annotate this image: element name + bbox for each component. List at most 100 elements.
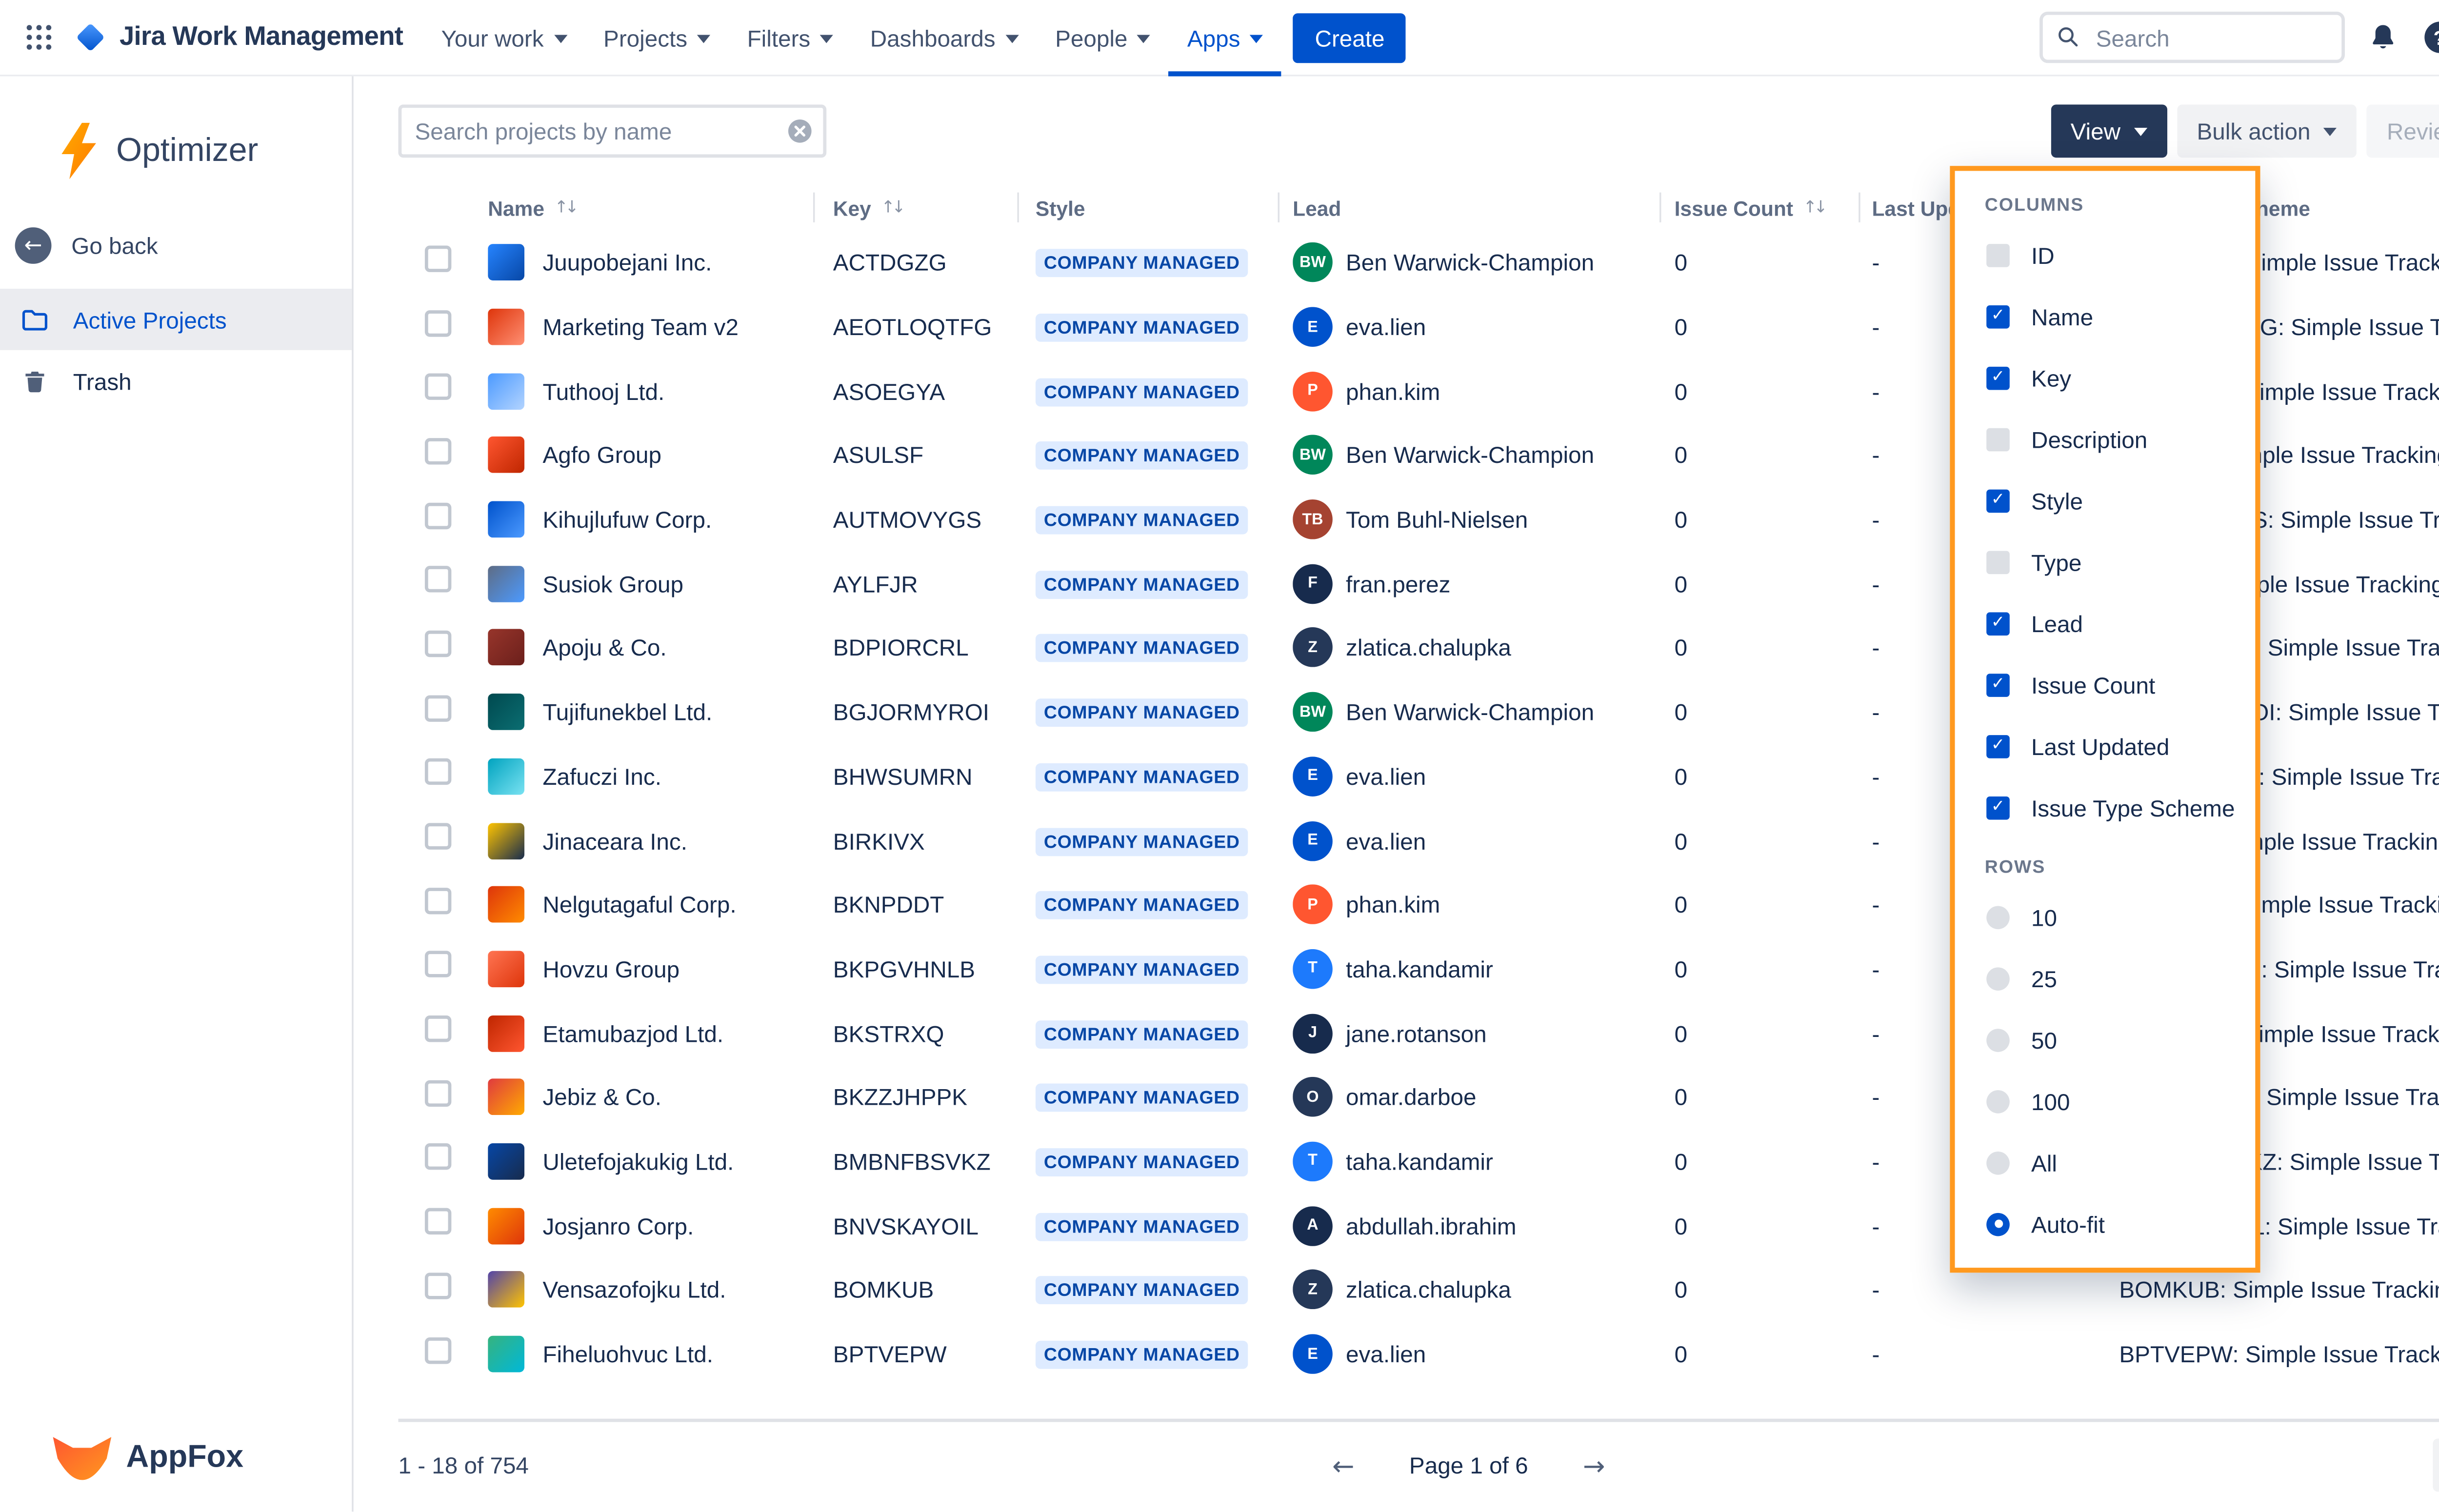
nav-filters[interactable]: Filters	[729, 0, 852, 76]
radio-icon[interactable]	[1986, 905, 2010, 929]
notifications-bell-icon[interactable]	[2365, 18, 2401, 58]
project-name[interactable]: Etamubazjod Ltd.	[542, 1020, 723, 1046]
nav-people[interactable]: People	[1037, 0, 1169, 76]
rows-option[interactable]: 100	[1955, 1070, 2256, 1132]
project-name[interactable]: Fiheluohvuc Ltd.	[542, 1341, 713, 1367]
column-option[interactable]: Lead	[1955, 593, 2256, 654]
column-option[interactable]: Issue Type Scheme	[1955, 776, 2256, 838]
row-checkbox[interactable]	[425, 1208, 451, 1234]
style-badge: COMPANY MANAGED	[1036, 892, 1248, 920]
row-checkbox[interactable]	[425, 695, 451, 721]
clear-search-icon[interactable]	[787, 118, 813, 144]
row-checkbox[interactable]	[425, 1015, 451, 1042]
row-checkbox[interactable]	[425, 1080, 451, 1106]
nav-apps[interactable]: Apps	[1169, 0, 1281, 76]
project-search-input[interactable]	[398, 104, 826, 158]
rows-option[interactable]: 50	[1955, 1009, 2256, 1070]
radio-icon[interactable]	[1986, 1212, 2010, 1235]
column-option[interactable]: Type	[1955, 531, 2256, 593]
rows-option[interactable]: All	[1955, 1132, 2256, 1193]
global-search-input[interactable]	[2039, 12, 2345, 63]
project-name[interactable]: Tujifunekbel Ltd.	[542, 699, 712, 725]
row-checkbox[interactable]	[425, 374, 451, 400]
row-checkbox[interactable]	[425, 1144, 451, 1171]
nav-dashboards[interactable]: Dashboards	[852, 0, 1037, 76]
project-name[interactable]: Juupobejani Inc.	[542, 249, 712, 276]
checkbox-icon[interactable]	[1986, 489, 2010, 512]
column-option[interactable]: Key	[1955, 347, 2256, 408]
column-option[interactable]: Issue Count	[1955, 654, 2256, 715]
project-name[interactable]: Tuthooj Ltd.	[542, 378, 664, 404]
next-page-icon[interactable]: →	[1583, 1450, 1605, 1481]
row-checkbox[interactable]	[425, 245, 451, 272]
rows-option[interactable]: Auto-fit	[1955, 1193, 2256, 1254]
rows-option[interactable]: 25	[1955, 948, 2256, 1009]
create-button[interactable]: Create	[1293, 13, 1406, 62]
table-row[interactable]: Fiheluohvuc Ltd. BPTVEPW COMPANY MANAGED…	[398, 1322, 2439, 1386]
checkbox-icon[interactable]	[1986, 796, 2010, 819]
sort-icon[interactable]: ↑↓	[554, 199, 575, 217]
radio-icon[interactable]	[1986, 1089, 2010, 1113]
row-checkbox[interactable]	[425, 631, 451, 657]
bulk-action-button[interactable]: Bulk action	[2177, 104, 2357, 158]
project-name[interactable]: Vensazofojku Ltd.	[542, 1276, 726, 1303]
column-option[interactable]: Style	[1955, 470, 2256, 531]
row-checkbox[interactable]	[425, 1336, 451, 1363]
sort-icon[interactable]: ↑↓	[881, 199, 902, 217]
project-name[interactable]: Hovzu Group	[542, 955, 680, 982]
project-name[interactable]: Josjanro Corp.	[542, 1213, 694, 1239]
column-option[interactable]: ID	[1955, 224, 2256, 285]
nav-your-work[interactable]: Your work	[423, 0, 585, 76]
row-checkbox[interactable]	[425, 566, 451, 593]
row-checkbox[interactable]	[425, 952, 451, 978]
row-checkbox[interactable]	[425, 887, 451, 914]
project-name[interactable]: Marketing Team v2	[542, 314, 738, 340]
header-name[interactable]: Name↑↓	[488, 197, 833, 220]
project-name[interactable]: Zafuczi Inc.	[542, 763, 661, 789]
row-checkbox[interactable]	[425, 438, 451, 464]
row-checkbox[interactable]	[425, 823, 451, 849]
project-name[interactable]: Susiok Group	[542, 571, 683, 597]
project-name[interactable]: Apoju & Co.	[542, 635, 666, 661]
project-name[interactable]: Jebiz & Co.	[542, 1084, 661, 1110]
project-name[interactable]: Nelgutagaful Corp.	[542, 892, 736, 918]
project-name[interactable]: Agfo Group	[542, 442, 661, 468]
rows-option[interactable]: 10	[1955, 886, 2256, 948]
column-option[interactable]: Last Updated	[1955, 715, 2256, 776]
project-name[interactable]: Uletefojakukig Ltd.	[542, 1148, 734, 1174]
row-checkbox[interactable]	[425, 1273, 451, 1299]
sidebar-item-trash[interactable]: Trash	[0, 350, 352, 412]
project-name[interactable]: Jinaceara Inc.	[542, 827, 687, 854]
app-switcher-icon[interactable]	[17, 16, 60, 59]
radio-icon[interactable]	[1986, 1151, 2010, 1174]
brand[interactable]: Jira Work Management	[73, 20, 403, 55]
review-changes-button[interactable]: Review changes	[2367, 104, 2439, 158]
header-key[interactable]: Key↑↓	[833, 197, 1036, 220]
help-icon[interactable]: ?	[2421, 18, 2439, 58]
sort-icon[interactable]: ↑↓	[1803, 199, 1824, 217]
column-option[interactable]: Name	[1955, 285, 2256, 347]
view-button[interactable]: View	[2051, 104, 2167, 158]
project-name[interactable]: Kihujlufuw Corp.	[542, 506, 712, 533]
column-option[interactable]: Description	[1955, 408, 2256, 470]
row-checkbox[interactable]	[425, 310, 451, 336]
checkbox-icon[interactable]	[1986, 673, 2010, 696]
checkbox-icon[interactable]	[1986, 612, 2010, 635]
radio-icon[interactable]	[1986, 1028, 2010, 1052]
prev-page-icon[interactable]: ←	[1332, 1450, 1355, 1481]
header-issue-count[interactable]: Issue Count↑↓	[1675, 197, 1872, 220]
export-button[interactable]: Export	[2432, 1439, 2439, 1492]
checkbox-icon[interactable]	[1986, 366, 2010, 389]
checkbox-icon[interactable]	[1986, 427, 2010, 451]
checkbox-icon[interactable]	[1986, 550, 2010, 574]
sidebar-item-active-projects[interactable]: Active Projects	[0, 289, 352, 350]
checkbox-icon[interactable]	[1986, 304, 2010, 328]
checkbox-icon[interactable]	[1986, 734, 2010, 757]
nav-projects[interactable]: Projects	[585, 0, 729, 76]
lead-name: zlatica.chalupka	[1346, 635, 1511, 661]
row-checkbox[interactable]	[425, 502, 451, 528]
row-checkbox[interactable]	[425, 759, 451, 785]
checkbox-icon[interactable]	[1986, 243, 2010, 266]
go-back-button[interactable]: ← Go back	[0, 216, 352, 275]
radio-icon[interactable]	[1986, 967, 2010, 990]
